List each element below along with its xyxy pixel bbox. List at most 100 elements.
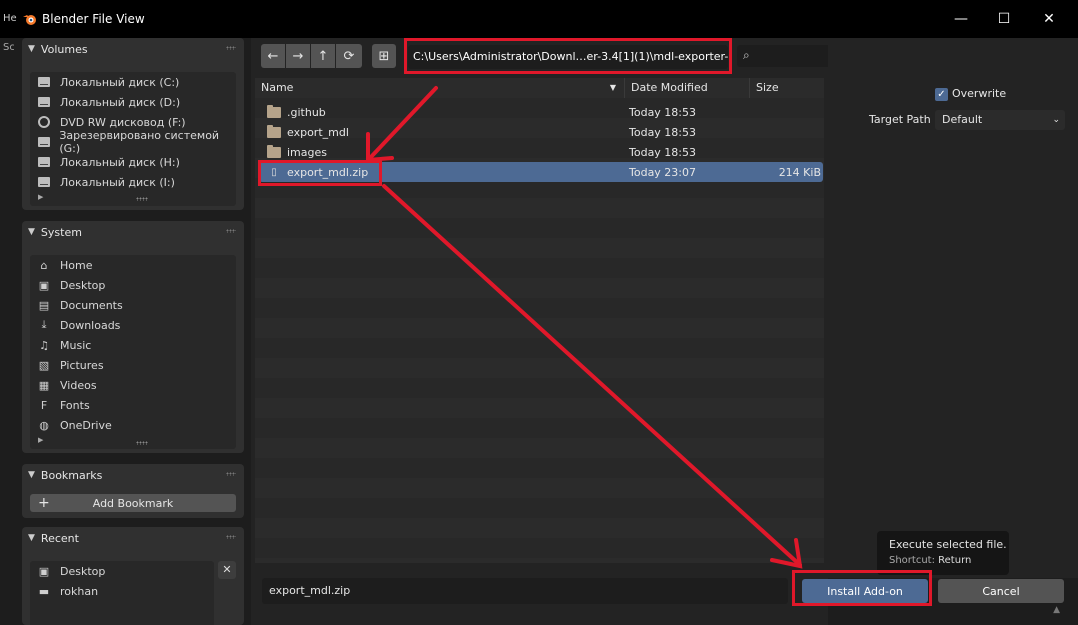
system-item-pictures[interactable]: ▧ Pictures — [30, 355, 236, 375]
file-size: 214 KiB — [778, 165, 821, 179]
bookmarks-panel-header[interactable]: ▼ Bookmarks — [22, 464, 244, 486]
download-icon: ⤓ — [41, 318, 47, 331]
column-name-label: Name — [261, 81, 294, 94]
recent-item-rokhan[interactable]: ▬ rokhan — [30, 581, 214, 601]
system-item-onedrive[interactable]: ◍ OneDrive — [30, 415, 236, 435]
volume-item-i[interactable]: Локальный диск (I:) — [30, 172, 236, 192]
forward-button[interactable]: → — [286, 44, 310, 68]
chevron-down-icon: ⌄ — [1052, 115, 1060, 125]
overwrite-label: Overwrite — [952, 87, 1007, 100]
tooltip-shortcut-label: Shortcut: — [889, 555, 935, 566]
volume-label: Локальный диск (D:) — [60, 95, 181, 109]
system-label: Fonts — [60, 398, 90, 412]
system-item-downloads[interactable]: ⤓ Downloads — [30, 315, 236, 335]
chevron-down-icon: ▼ — [28, 470, 35, 480]
file-date: Today 23:07 — [629, 165, 697, 179]
system-item-fonts[interactable]: F Fonts — [30, 395, 236, 415]
system-panel-header[interactable]: ▼ System — [22, 221, 244, 243]
volume-label: Локальный диск (C:) — [60, 75, 180, 89]
system-item-desktop[interactable]: ▣ Desktop — [30, 275, 236, 295]
home-icon: ⌂ — [40, 258, 48, 272]
recent-label: rokhan — [60, 584, 99, 598]
folder-icon — [267, 124, 281, 138]
volume-label: Зарезервировано системой (G:) — [59, 129, 220, 155]
remove-recent-button[interactable]: ✕ — [218, 561, 236, 579]
back-button[interactable]: ← — [261, 44, 285, 68]
volume-item-g[interactable]: Зарезервировано системой (G:) — [30, 129, 236, 155]
file-name: export_mdl — [287, 125, 349, 139]
close-icon: ✕ — [222, 563, 232, 576]
volume-item-d[interactable]: Локальный диск (D:) — [30, 92, 236, 112]
system-label: Music — [60, 338, 92, 352]
system-label: Downloads — [60, 318, 121, 332]
recent-item-desktop[interactable]: ▣ Desktop — [30, 561, 214, 581]
system-panel: ▼ System ⌂ Home ▣ Desktop ▤ Documents ⤓ Down… — [22, 221, 244, 453]
new-folder-icon: ⊞ — [378, 48, 390, 64]
system-label: Desktop — [60, 278, 106, 292]
recent-panel: ▼ Recent ▣ Desktop ▬ rokhan ✕ — [22, 527, 244, 625]
refresh-button[interactable]: ⟳ — [336, 44, 362, 68]
desktop-icon: ▣ — [38, 278, 50, 292]
drag-grip-icon[interactable] — [226, 472, 236, 476]
chevron-down-icon: ▼ — [28, 533, 35, 543]
column-size[interactable]: Size — [750, 78, 824, 98]
documents-icon: ▤ — [38, 298, 50, 312]
volume-item-c[interactable]: Локальный диск (C:) — [30, 72, 236, 92]
resize-grip-icon[interactable] — [136, 441, 148, 445]
new-folder-button[interactable]: ⊞ — [372, 44, 396, 68]
system-list: ⌂ Home ▣ Desktop ▤ Documents ⤓ Downloads ♫ Mu… — [30, 255, 236, 449]
resize-corner-icon[interactable]: ▲ — [1053, 605, 1060, 615]
column-size-label: Size — [756, 81, 779, 94]
music-icon: ♫ — [39, 338, 49, 352]
volume-label: Локальный диск (I:) — [60, 175, 175, 189]
refresh-icon: ⟳ — [343, 48, 355, 64]
recent-list: ▣ Desktop ▬ rokhan — [30, 561, 214, 625]
annotation-box-install — [792, 570, 932, 606]
minimize-button[interactable]: — — [950, 8, 972, 30]
column-name[interactable]: Name ▼ — [255, 78, 625, 98]
column-date-label: Date Modified — [631, 81, 708, 94]
folder-icon — [267, 144, 281, 158]
close-window-button[interactable]: ✕ — [1038, 8, 1060, 30]
drive-icon — [36, 95, 52, 109]
arrow-right-icon: → — [292, 48, 304, 64]
system-label: Home — [60, 258, 93, 272]
drag-grip-icon[interactable] — [226, 229, 236, 233]
add-bookmark-label: Add Bookmark — [92, 496, 174, 510]
drive-icon — [36, 135, 51, 149]
drag-grip-icon[interactable] — [226, 46, 236, 50]
folder-icon — [267, 104, 281, 118]
volumes-panel-header[interactable]: ▼ Volumes — [22, 38, 244, 60]
system-item-music[interactable]: ♫ Music — [30, 335, 236, 355]
system-item-videos[interactable]: ▦ Videos — [30, 375, 236, 395]
file-row-github[interactable]: .github Today 18:53 — [259, 102, 823, 122]
system-item-home[interactable]: ⌂ Home — [30, 255, 236, 275]
file-row-images[interactable]: images Today 18:53 — [259, 142, 823, 162]
file-browser-main: ← → ↑ ⟳ ⊞ C:\Users\Administrator\Downl…e… — [251, 38, 859, 625]
recent-panel-header[interactable]: ▼ Recent — [22, 527, 244, 549]
scroll-right-icon[interactable]: ▶ — [38, 193, 43, 201]
system-label: Videos — [60, 378, 97, 392]
filename-input[interactable]: export_mdl.zip — [262, 578, 788, 604]
file-row-export-mdl[interactable]: export_mdl Today 18:53 — [259, 122, 823, 142]
system-label: Pictures — [60, 358, 104, 372]
drag-grip-icon[interactable] — [226, 535, 236, 539]
resize-grip-icon[interactable] — [136, 197, 148, 201]
bookmarks-panel: ▼ Bookmarks + Add Bookmark — [22, 464, 244, 518]
parent-directory-button[interactable]: ↑ — [311, 44, 335, 68]
add-bookmark-button[interactable]: + Add Bookmark — [30, 494, 236, 512]
annotation-box-path — [404, 38, 732, 74]
column-date[interactable]: Date Modified — [625, 78, 750, 98]
scroll-right-icon[interactable]: ▶ — [38, 436, 43, 444]
target-path-select[interactable]: Default ⌄ — [935, 110, 1065, 130]
cancel-button[interactable]: Cancel — [938, 579, 1064, 603]
overwrite-checkbox[interactable]: ✓ — [935, 88, 948, 101]
maximize-button[interactable]: ☐ — [993, 8, 1015, 30]
drive-icon — [36, 155, 52, 169]
recent-title: Recent — [40, 531, 79, 545]
drive-icon — [36, 175, 52, 189]
options-panel: ✓ Overwrite Target Path Default ⌄ — [828, 38, 1078, 578]
system-item-documents[interactable]: ▤ Documents — [30, 295, 236, 315]
install-tooltip: Execute selected file. Shortcut: Return — [877, 531, 1009, 575]
volume-item-h[interactable]: Локальный диск (H:) — [30, 152, 236, 172]
